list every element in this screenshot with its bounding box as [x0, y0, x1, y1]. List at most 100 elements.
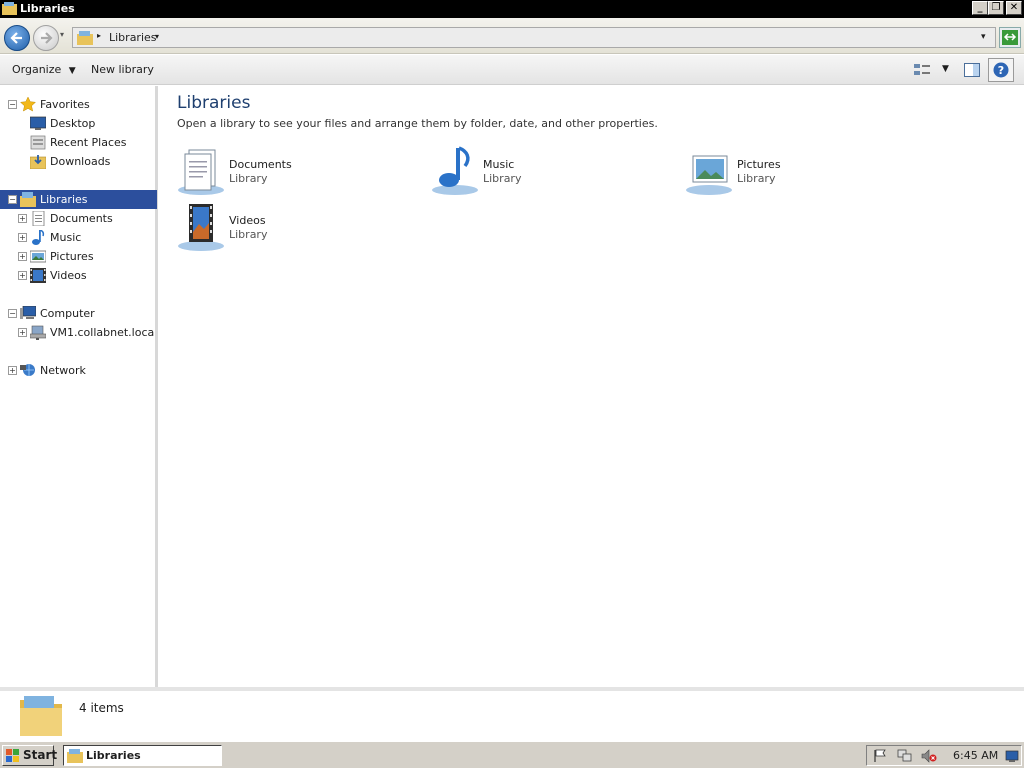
tree-item-documents[interactable]: + Documents	[0, 209, 155, 228]
music-icon	[32, 230, 45, 245]
library-item-music[interactable]: Music Library	[431, 146, 681, 198]
documents-library-icon	[178, 149, 224, 195]
new-library-button[interactable]: New library	[91, 63, 154, 76]
address-bar-area: ▾ ▸ Libraries ▾ ▾	[0, 18, 1024, 54]
library-item-videos[interactable]: Videos Library	[177, 202, 427, 254]
chevron-down-icon: ▼	[68, 66, 76, 76]
videos-icon	[30, 268, 46, 283]
tree-item-downloads[interactable]: Downloads	[0, 152, 155, 171]
library-type: Library	[483, 172, 522, 185]
collapse-icon[interactable]: −	[8, 100, 17, 109]
libraries-icon	[2, 2, 17, 15]
page-subtitle: Open a library to see your files and arr…	[177, 117, 658, 130]
recent-places-icon	[30, 135, 46, 150]
expand-icon[interactable]: +	[18, 328, 27, 337]
collapse-icon[interactable]: −	[8, 195, 17, 204]
back-button[interactable]	[4, 25, 30, 51]
library-name: Pictures	[737, 158, 781, 171]
forward-arrow-icon	[41, 32, 53, 44]
videos-library-icon	[178, 204, 224, 251]
pictures-library-icon	[686, 155, 732, 195]
view-options-dropdown[interactable]: ▼	[942, 64, 949, 74]
organize-label: Organize	[12, 63, 62, 76]
forward-button[interactable]	[33, 25, 59, 51]
taskbar: Start Libraries 6:45 AM	[0, 741, 1024, 768]
tree-label: Pictures	[50, 250, 94, 263]
libraries-icon	[77, 31, 93, 45]
tree-computer[interactable]: − Computer	[0, 304, 155, 323]
details-pane: 4 items	[0, 687, 1024, 741]
documents-icon	[32, 211, 45, 226]
star-icon	[20, 97, 36, 112]
tree-item-pictures[interactable]: + Pictures	[0, 247, 155, 266]
expand-icon[interactable]: +	[8, 366, 17, 375]
start-button[interactable]: Start	[2, 745, 58, 766]
expand-icon[interactable]: +	[18, 214, 27, 223]
help-button[interactable]: ?	[988, 58, 1014, 82]
action-center-flag-icon[interactable]	[873, 749, 887, 763]
tree-label: VM1.collabnet.local (\\	[50, 326, 155, 339]
tree-item-network-drive[interactable]: + VM1.collabnet.local (\\	[0, 323, 155, 342]
system-tray: 6:45 AM	[866, 745, 1022, 766]
taskbar-item-libraries[interactable]: Libraries	[63, 745, 222, 766]
breadcrumb-chevron-icon[interactable]: ▸	[97, 31, 101, 40]
collapse-icon[interactable]: −	[8, 309, 17, 318]
libraries-folder-icon	[20, 696, 62, 736]
library-item-pictures[interactable]: Pictures Library	[685, 146, 935, 198]
back-arrow-icon	[10, 32, 22, 44]
tree-item-desktop[interactable]: Desktop	[0, 114, 155, 133]
library-name: Documents	[229, 158, 292, 171]
tree-label: Computer	[40, 307, 95, 320]
pictures-icon	[30, 250, 46, 263]
breadcrumb-dropdown-icon[interactable]: ▾	[155, 32, 159, 41]
title-bar[interactable]: Libraries _ ❐ ✕	[0, 0, 1024, 18]
close-button[interactable]: ✕	[1006, 1, 1022, 15]
taskbar-item-label: Libraries	[86, 749, 141, 762]
libraries-icon	[67, 749, 83, 763]
tree-item-music[interactable]: + Music	[0, 228, 155, 247]
recent-pages-dropdown[interactable]: ▾	[60, 30, 64, 39]
library-name: Music	[483, 158, 515, 171]
library-item-documents[interactable]: Documents Library	[177, 146, 427, 198]
restore-button[interactable]: ❐	[988, 1, 1004, 15]
tree-label: Documents	[50, 212, 113, 225]
svg-text:?: ?	[998, 64, 1004, 77]
tree-item-recent-places[interactable]: Recent Places	[0, 133, 155, 152]
clock[interactable]: 6:45 AM	[953, 749, 998, 762]
downloads-icon	[30, 155, 46, 169]
address-dropdown-icon[interactable]: ▾	[981, 32, 986, 42]
tree-label: Libraries	[40, 193, 88, 206]
tree-favorites[interactable]: − Favorites	[0, 95, 155, 114]
volume-muted-icon[interactable]	[921, 749, 937, 763]
library-type: Library	[229, 172, 268, 185]
tree-label: Favorites	[40, 98, 90, 111]
expand-icon[interactable]: +	[18, 271, 27, 280]
expand-icon[interactable]: +	[18, 252, 27, 261]
tree-label: Desktop	[50, 117, 96, 130]
tree-network[interactable]: + Network	[0, 361, 155, 380]
preview-pane-icon[interactable]	[964, 63, 980, 77]
network-drive-icon	[30, 325, 46, 340]
minimize-button[interactable]: _	[972, 1, 988, 15]
breadcrumb-libraries[interactable]: Libraries	[109, 31, 157, 44]
expand-icon[interactable]: +	[18, 233, 27, 242]
item-count: 4 items	[79, 701, 124, 715]
change-view-icon[interactable]	[914, 63, 930, 77]
library-name: Videos	[229, 214, 266, 227]
network-icon	[20, 364, 35, 376]
network-status-icon[interactable]	[897, 749, 913, 763]
windows-logo-icon	[6, 749, 19, 762]
refresh-icon	[1002, 30, 1018, 45]
tree-libraries[interactable]: − Libraries	[0, 190, 157, 209]
address-field[interactable]: ▸ Libraries ▾ ▾	[72, 27, 996, 48]
refresh-button[interactable]	[999, 27, 1021, 48]
navigation-pane: − Favorites Desktop Recent Places Downlo…	[0, 86, 158, 687]
show-desktop-icon[interactable]	[1005, 749, 1019, 763]
organize-button[interactable]: Organize ▼	[12, 63, 76, 76]
computer-icon	[20, 306, 36, 319]
start-label: Start	[23, 748, 58, 762]
library-type: Library	[737, 172, 776, 185]
tree-item-videos[interactable]: + Videos	[0, 266, 155, 285]
content-area: Libraries Open a library to see your fil…	[160, 86, 1024, 687]
tree-label: Music	[50, 231, 82, 244]
